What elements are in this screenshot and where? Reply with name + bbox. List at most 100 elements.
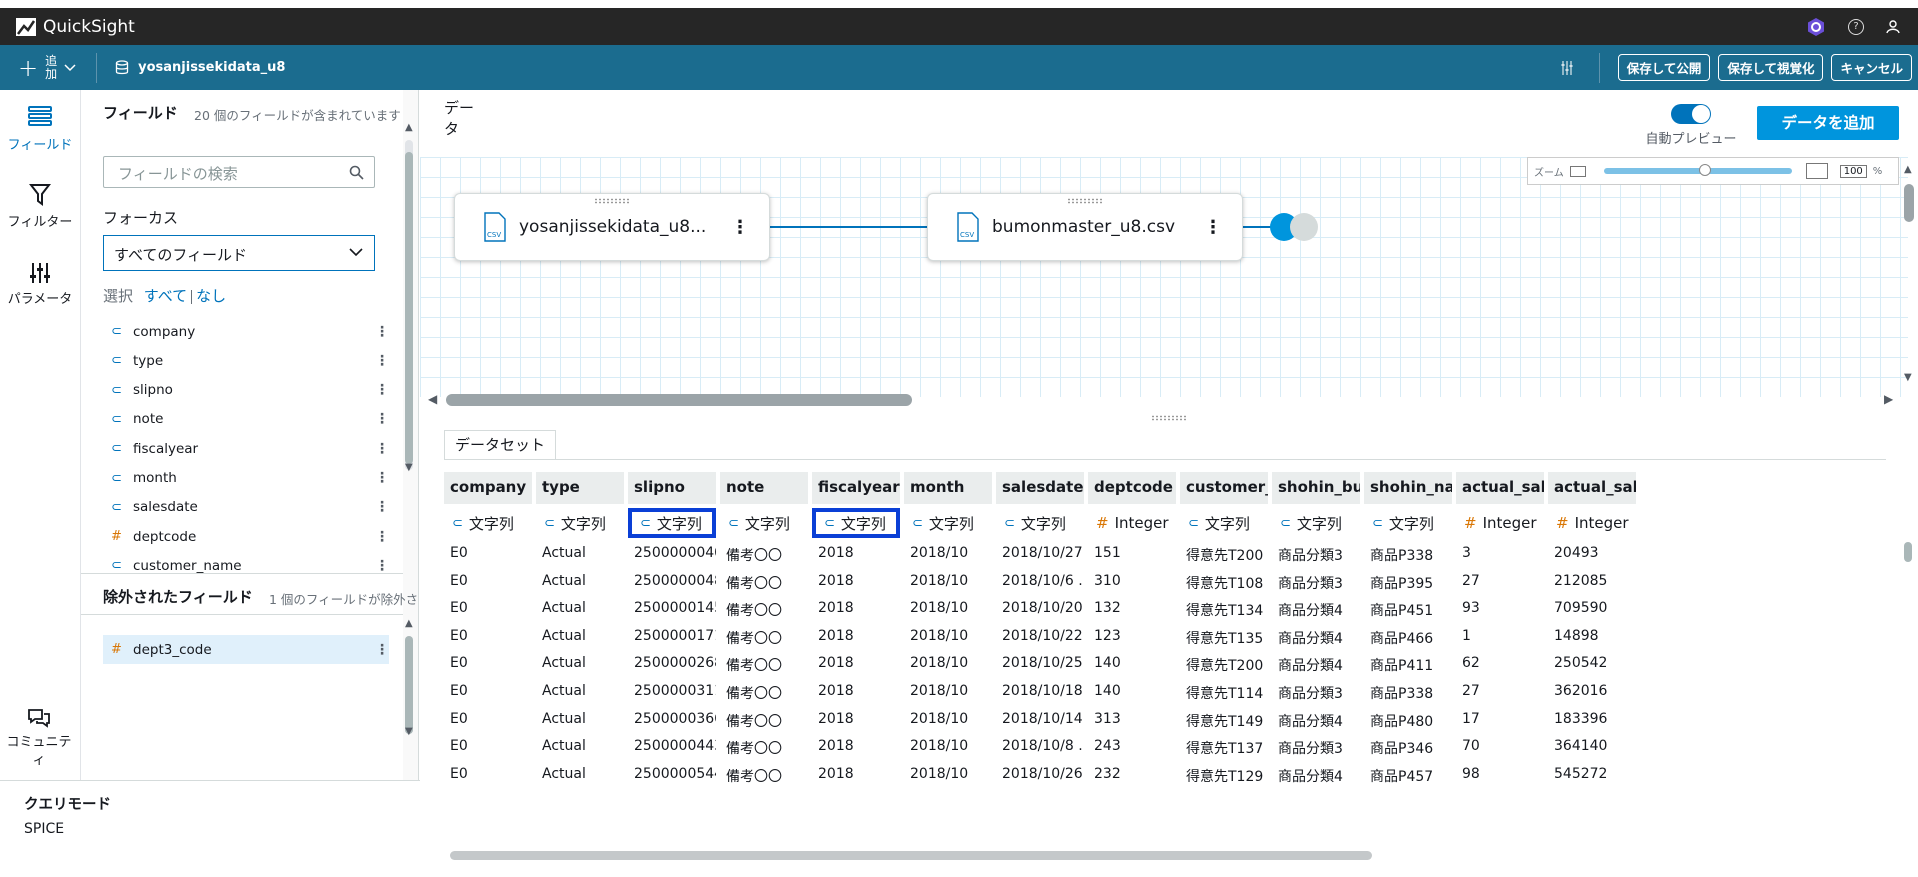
excluded-scroll-down-icon[interactable]: ▼ [405,726,413,737]
panel-resize-handle[interactable] [420,412,1918,422]
more-options-icon[interactable]: ⋮ [375,529,389,545]
more-options-icon[interactable]: ⋮ [375,353,389,369]
column-header[interactable]: shohin_bu... [1272,472,1360,504]
more-options-icon[interactable]: ⋮ [375,411,389,427]
field-item[interactable]: ⊂ note ⋮ [103,405,389,434]
join-icon-right[interactable] [1290,213,1318,241]
column-header[interactable]: note [720,472,808,504]
column-header[interactable]: month [904,472,992,504]
zoom-value[interactable]: 100 [1839,164,1867,178]
canvas-hscroll-thumb[interactable] [446,394,912,406]
column-type-selector[interactable]: # Integer [1548,508,1636,538]
column-header[interactable]: slipno [628,472,716,504]
drag-grip-icon[interactable] [1067,198,1103,204]
save-and-publish-button[interactable]: 保存して公開 [1617,54,1711,81]
zoom-out-icon[interactable] [1569,165,1586,177]
field-item[interactable]: ⊂ salesdate ⋮ [103,493,389,522]
extension-hex-icon[interactable] [1806,17,1826,37]
query-mode-value[interactable]: SPICE [24,821,64,837]
column-header[interactable]: fiscalyear [812,472,900,504]
table-vscroll-thumb[interactable] [1904,542,1912,562]
column-type-selector[interactable]: ⊂ 文字列 [1180,508,1268,538]
zoom-in-icon[interactable] [1805,163,1828,179]
more-options-icon[interactable]: ⋮ [375,499,389,515]
column-header[interactable]: type [536,472,624,504]
column-header[interactable]: company [444,472,532,504]
field-item[interactable]: ⊂ fiscalyear ⋮ [103,434,389,463]
excluded-field-item[interactable]: # dept3_code ⋮ [103,635,389,664]
column-type-selector[interactable]: ⊂ 文字列 [536,508,624,538]
field-item[interactable]: ⊂ company ⋮ [103,317,389,346]
field-search-input[interactable]: フィールドの検索 [103,156,375,188]
more-options-icon[interactable]: ⋮ [375,642,389,658]
column-type-selector[interactable]: ⊂ 文字列 [1272,508,1360,538]
more-options-icon[interactable]: ⋮ [375,324,389,340]
canvas-scroll-left-icon[interactable]: ◀ [428,392,437,406]
user-icon[interactable] [1886,19,1900,34]
save-and-visualize-button[interactable]: 保存して視覚化 [1718,54,1824,81]
column-type-selector[interactable]: ⊂ 文字列 [996,508,1084,538]
search-icon[interactable] [349,165,364,180]
scroll-up-arrow-icon[interactable]: ▲ [405,122,413,133]
column-header[interactable]: actual_sale... [1548,472,1636,504]
select-all-link[interactable]: すべて [144,287,187,305]
rail-filter[interactable]: フィルター [0,183,80,230]
column-type-selector[interactable]: # Integer [1456,508,1544,538]
auto-preview-toggle[interactable] [1671,104,1711,124]
dataset-node-primary[interactable]: CSV yosanjissekidata_u8... ⋮ [454,193,770,261]
field-item[interactable]: ⊂ month ⋮ [103,464,389,493]
excluded-scrollbar-thumb[interactable] [405,636,413,734]
help-icon[interactable]: ? [1848,18,1864,35]
canvas-scroll-right-icon[interactable]: ▶ [1884,392,1893,406]
column-header[interactable]: salesdate [996,472,1084,504]
string-tag-icon: ⊂ [111,441,122,457]
zoom-slider-handle[interactable] [1698,164,1711,176]
canvas-scroll-down-icon[interactable]: ▼ [1904,372,1912,383]
rail-community[interactable]: コミュニティ [4,708,74,770]
resize-grip-icon[interactable] [1151,415,1187,421]
field-item[interactable]: ⊂ type ⋮ [103,346,389,375]
add-menu-button[interactable]: + 追加 [18,54,76,81]
canvas-vscroll-thumb[interactable] [1904,184,1914,222]
scroll-down-arrow-icon[interactable]: ▼ [405,462,413,473]
field-item[interactable]: ⊂ slipno ⋮ [103,376,389,405]
add-data-button[interactable]: データを追加 [1757,106,1899,140]
column-type-selector[interactable]: ⊂ 文字列 [720,508,808,538]
rail-parameters[interactable]: パラメータ [0,262,80,307]
select-none-link[interactable]: なし [196,287,226,305]
column-header[interactable]: customer_... [1180,472,1268,504]
more-options-icon[interactable]: ⋮ [375,470,389,486]
more-options-icon[interactable]: ⋮ [731,217,749,238]
string-tag-icon: ⊂ [640,515,651,531]
more-options-icon[interactable]: ⋮ [375,441,389,457]
fields-scrollbar-thumb[interactable] [405,152,413,464]
dataset-node-secondary[interactable]: CSV bumonmaster_u8.csv ⋮ [927,193,1243,261]
drag-grip-icon[interactable] [594,198,630,204]
dataset-name[interactable]: yosanjissekidata_u8 [115,59,285,76]
cancel-button[interactable]: キャンセル [1831,54,1912,81]
column-type-selector[interactable]: ⊂ 文字列 [628,508,716,538]
column-type-selector[interactable]: ⊂ 文字列 [812,508,900,538]
zoom-slider[interactable] [1603,164,1792,176]
column-header[interactable]: shohin_name [1364,472,1452,504]
column-header[interactable]: deptcode [1088,472,1176,504]
more-options-icon[interactable]: ⋮ [375,558,389,574]
settings-sliders-icon[interactable] [1559,60,1575,76]
more-options-icon[interactable]: ⋮ [375,382,389,398]
column-type-selector[interactable]: ⊂ 文字列 [1364,508,1452,538]
excluded-scroll-up-icon[interactable]: ▲ [405,618,413,629]
focus-select[interactable]: すべてのフィールド [103,235,375,271]
auto-preview-control[interactable]: 自動プレビュー [1641,104,1741,147]
string-tag-icon: ⊂ [111,558,122,574]
column-type-selector[interactable]: # Integer [1088,508,1176,538]
tab-dataset[interactable]: データセット [444,430,557,460]
canvas-scroll-up-icon[interactable]: ▲ [1904,164,1912,175]
quicksight-logo[interactable]: QuickSight [16,17,135,37]
table-hscroll-thumb[interactable] [450,851,1372,860]
field-item[interactable]: # deptcode ⋮ [103,522,389,551]
column-type-selector[interactable]: ⊂ 文字列 [904,508,992,538]
rail-fields[interactable]: フィールド [0,104,80,153]
more-options-icon[interactable]: ⋮ [1204,217,1222,238]
column-header[interactable]: actual_sale... [1456,472,1544,504]
column-type-selector[interactable]: ⊂ 文字列 [444,508,532,538]
